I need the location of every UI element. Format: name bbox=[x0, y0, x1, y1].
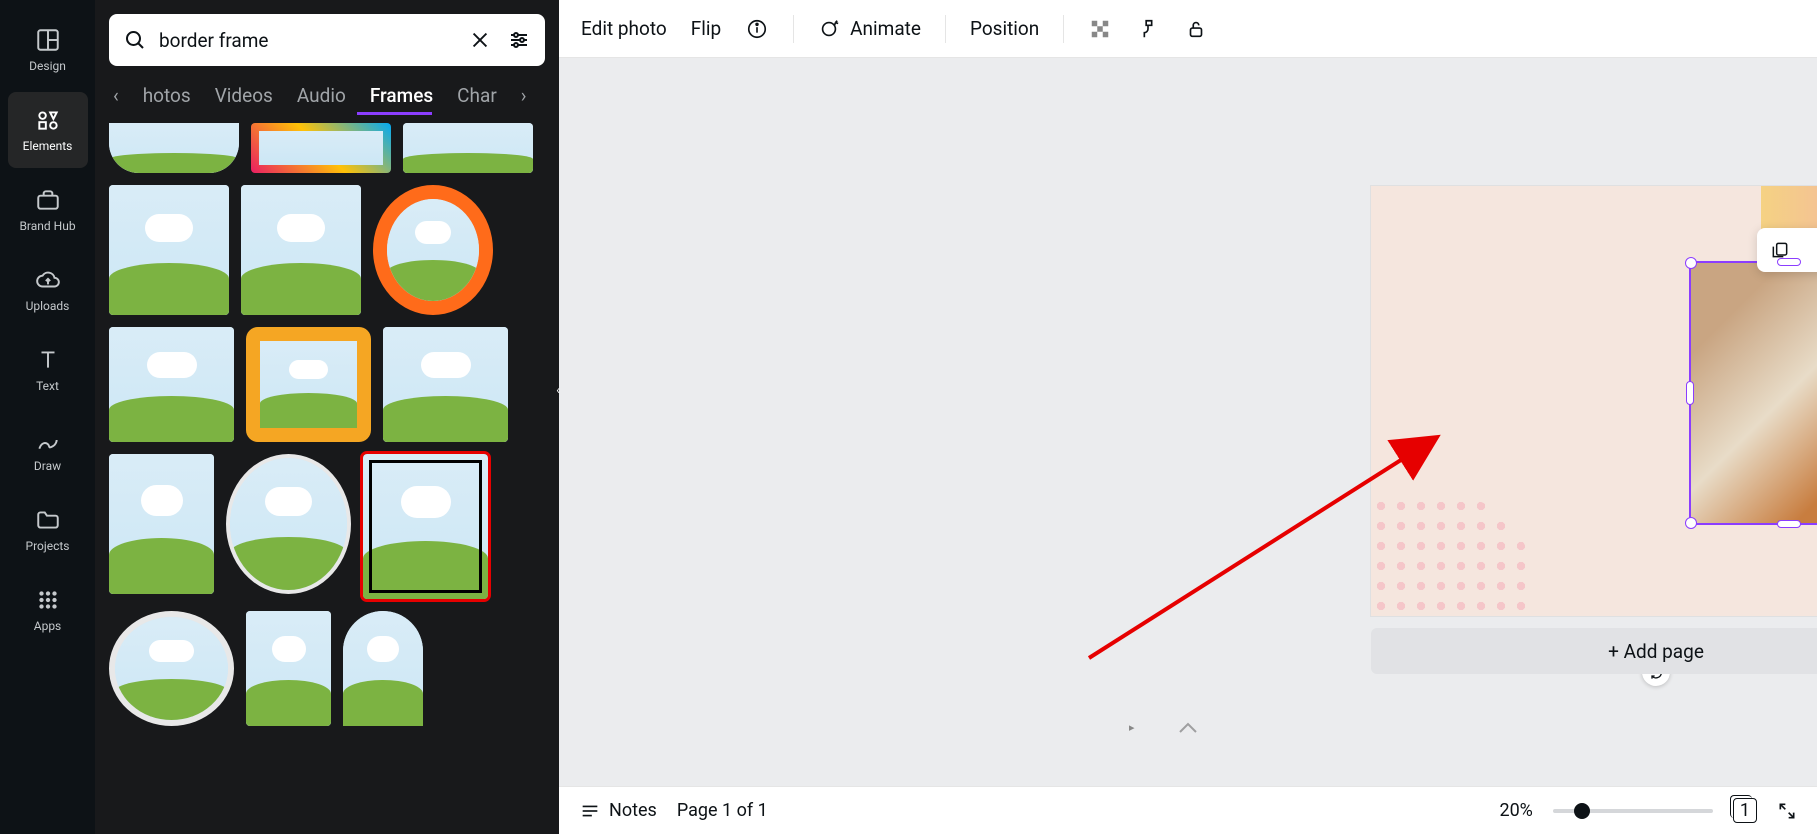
frame-thumb[interactable] bbox=[403, 123, 533, 173]
fullscreen-button[interactable] bbox=[1777, 801, 1797, 821]
canvas-area[interactable]: + Add page ▸ bbox=[559, 58, 1817, 786]
frame-thumb[interactable] bbox=[109, 327, 234, 442]
zoom-thumb[interactable] bbox=[1574, 803, 1590, 819]
clear-icon[interactable] bbox=[469, 29, 491, 51]
tab-audio[interactable]: Audio bbox=[297, 84, 346, 107]
briefcase-icon bbox=[35, 187, 61, 213]
frame-thumb[interactable] bbox=[109, 123, 239, 173]
frame-thumb[interactable] bbox=[251, 123, 391, 173]
cloud-upload-icon bbox=[35, 267, 61, 293]
search-icon bbox=[123, 28, 147, 52]
grid-icon bbox=[35, 587, 61, 613]
active-tab-underline bbox=[357, 112, 432, 115]
resize-edge[interactable] bbox=[1777, 258, 1801, 266]
duplicate-icon[interactable] bbox=[1770, 240, 1790, 260]
notes-icon bbox=[579, 800, 601, 822]
copy-style-icon[interactable] bbox=[1136, 17, 1160, 41]
flip-button[interactable]: Flip bbox=[691, 17, 721, 40]
zoom-value[interactable]: 20% bbox=[1499, 800, 1532, 821]
frame-thumb[interactable] bbox=[343, 611, 423, 726]
frame-thumb[interactable] bbox=[109, 611, 234, 726]
separator bbox=[1063, 15, 1064, 43]
search-bar bbox=[109, 14, 545, 66]
frame-thumb[interactable] bbox=[226, 454, 351, 594]
nav-label-brand-hub: Brand Hub bbox=[19, 219, 75, 233]
shapes-icon bbox=[35, 107, 61, 133]
position-button[interactable]: Position bbox=[970, 17, 1039, 40]
layout-icon bbox=[35, 27, 61, 53]
nav-label-projects: Projects bbox=[26, 539, 70, 553]
frame-thumb[interactable] bbox=[241, 185, 361, 315]
notes-label: Notes bbox=[609, 800, 657, 821]
resize-handle[interactable] bbox=[1685, 257, 1697, 269]
frame-thumb[interactable] bbox=[109, 185, 229, 315]
resize-handle[interactable] bbox=[1685, 517, 1697, 529]
resize-edge[interactable] bbox=[1686, 381, 1694, 405]
placed-photo bbox=[1691, 263, 1817, 523]
frame-thumb-selected[interactable] bbox=[363, 454, 488, 599]
nav-design[interactable]: Design bbox=[8, 12, 88, 88]
resize-edge[interactable] bbox=[1777, 520, 1801, 528]
lock-icon[interactable] bbox=[1184, 17, 1208, 41]
edit-photo-button[interactable]: Edit photo bbox=[581, 17, 667, 40]
nav-label-elements: Elements bbox=[23, 139, 73, 153]
animate-label: Animate bbox=[850, 17, 921, 40]
info-icon[interactable] bbox=[745, 17, 769, 41]
separator bbox=[793, 15, 794, 43]
tab-photos[interactable]: hotos bbox=[143, 84, 191, 107]
folder-icon bbox=[35, 507, 61, 533]
filter-icon[interactable] bbox=[507, 28, 531, 52]
search-input[interactable] bbox=[159, 29, 457, 52]
nav-label-draw: Draw bbox=[34, 459, 61, 473]
tab-videos[interactable]: Videos bbox=[215, 84, 273, 107]
left-nav: Design Elements Brand Hub Uploads Text D… bbox=[0, 0, 95, 834]
nav-label-apps: Apps bbox=[34, 619, 62, 633]
nav-elements[interactable]: Elements bbox=[8, 92, 88, 168]
page-decoration bbox=[1371, 496, 1531, 616]
nav-uploads[interactable]: Uploads bbox=[8, 252, 88, 328]
nav-label-design: Design bbox=[29, 59, 66, 73]
page-list-toggle[interactable] bbox=[1178, 719, 1198, 738]
animate-button[interactable]: Animate bbox=[818, 17, 921, 40]
separator bbox=[945, 15, 946, 43]
main-area: Edit photo Flip Animate Position bbox=[559, 0, 1817, 834]
page-container bbox=[1371, 186, 1817, 616]
add-page-button[interactable]: + Add page bbox=[1371, 628, 1817, 674]
page-counter: Page 1 of 1 bbox=[677, 800, 768, 821]
bottom-bar: Notes Page 1 of 1 20% 1 bbox=[559, 786, 1817, 834]
nav-text[interactable]: Text bbox=[8, 332, 88, 408]
tab-frames[interactable]: Frames bbox=[370, 84, 433, 107]
nav-label-text: Text bbox=[36, 379, 59, 393]
elements-panel: ‹ hotos Videos Audio Frames Char › ‹ bbox=[95, 0, 559, 834]
tab-charts[interactable]: Char bbox=[457, 84, 497, 107]
text-icon bbox=[35, 347, 61, 373]
fullscreen-icon bbox=[1777, 801, 1797, 821]
tabs-scroll-right[interactable]: › bbox=[521, 84, 527, 107]
pencil-icon bbox=[35, 427, 61, 453]
category-tabs: ‹ hotos Videos Audio Frames Char › bbox=[109, 66, 545, 115]
nav-projects[interactable]: Projects bbox=[8, 492, 88, 568]
nav-brand-hub[interactable]: Brand Hub bbox=[8, 172, 88, 248]
animate-icon bbox=[818, 18, 840, 40]
transparency-icon[interactable] bbox=[1088, 17, 1112, 41]
nav-draw[interactable]: Draw bbox=[8, 412, 88, 488]
panel-expand-tiny[interactable]: ▸ bbox=[1129, 721, 1135, 734]
frame-thumb[interactable] bbox=[383, 327, 508, 442]
notes-button[interactable]: Notes bbox=[579, 800, 657, 822]
frames-grid[interactable] bbox=[109, 123, 545, 834]
page-manager-button[interactable]: 1 bbox=[1733, 798, 1757, 823]
frame-thumb[interactable] bbox=[109, 454, 214, 594]
top-toolbar: Edit photo Flip Animate Position bbox=[559, 0, 1817, 58]
design-page[interactable] bbox=[1371, 186, 1817, 616]
tabs-scroll-left[interactable]: ‹ bbox=[113, 84, 119, 107]
selected-image[interactable] bbox=[1689, 261, 1817, 525]
nav-apps[interactable]: Apps bbox=[8, 572, 88, 648]
frame-thumb[interactable] bbox=[246, 611, 331, 726]
frame-thumb[interactable] bbox=[373, 185, 493, 315]
nav-label-uploads: Uploads bbox=[26, 299, 70, 313]
zoom-slider[interactable] bbox=[1553, 809, 1713, 813]
frame-thumb[interactable] bbox=[246, 327, 371, 442]
